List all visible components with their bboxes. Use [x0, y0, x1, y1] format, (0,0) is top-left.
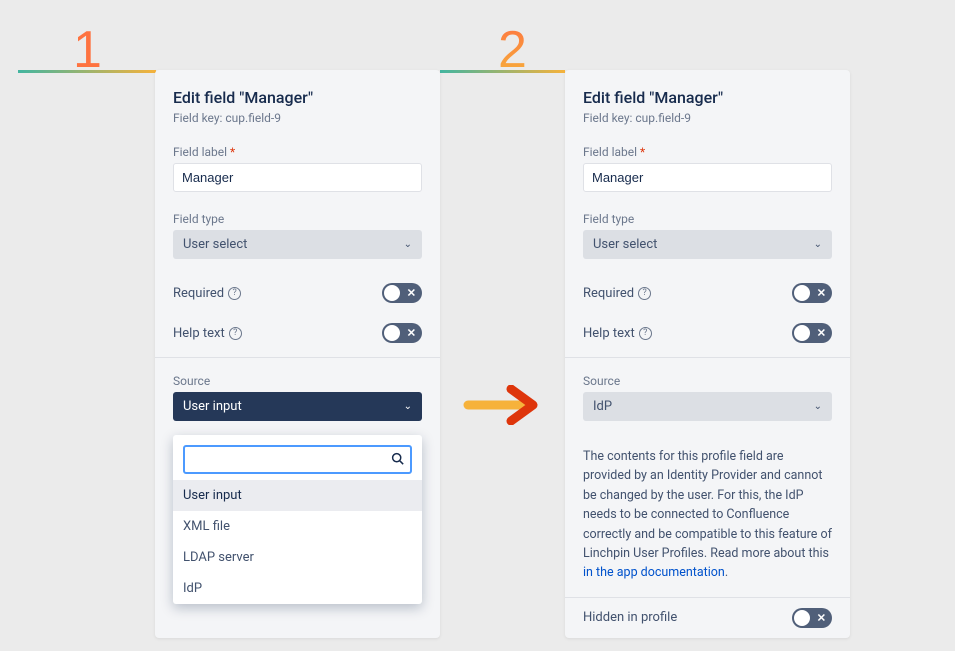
chevron-down-icon: ⌄ [814, 239, 822, 250]
documentation-link[interactable]: in the app documentation [583, 565, 725, 580]
field-label-label: Field label * [583, 145, 832, 159]
source-option-ldap-server[interactable]: LDAP server [173, 542, 422, 573]
source-option-user-input[interactable]: User input [173, 480, 422, 511]
close-icon: ✕ [817, 612, 826, 623]
edit-field-panel-after: Edit field "Manager" Field key: cup.fiel… [565, 70, 850, 638]
required-toggle[interactable]: ✕ [382, 283, 422, 303]
help-icon[interactable]: ? [228, 287, 241, 300]
close-icon: ✕ [407, 288, 416, 299]
chevron-down-icon: ⌄ [404, 239, 412, 250]
chevron-down-icon: ⌄ [814, 401, 822, 412]
source-label: Source [583, 374, 832, 388]
hidden-label: Hidden in profile [583, 610, 677, 625]
edit-field-panel-before: Edit field "Manager" Field key: cup.fiel… [155, 70, 440, 638]
source-option-idp[interactable]: IdP [173, 573, 422, 604]
field-type-value: User select [183, 237, 247, 252]
field-label-label: Field label * [173, 145, 422, 159]
panel-title: Edit field "Manager" [173, 88, 422, 107]
close-icon: ✕ [817, 288, 826, 299]
source-option-xml-file[interactable]: XML file [173, 511, 422, 542]
panel-subtitle: Field key: cup.field-9 [583, 111, 832, 125]
required-label: Required [583, 286, 634, 301]
close-icon: ✕ [817, 328, 826, 339]
field-type-label: Field type [583, 212, 832, 226]
field-label-input[interactable] [583, 163, 832, 192]
source-info-text: The contents for this profile field are … [565, 437, 850, 597]
source-label: Source [173, 374, 422, 388]
help-icon[interactable]: ? [639, 327, 652, 340]
chevron-down-icon: ⌄ [404, 401, 412, 412]
field-type-label: Field type [173, 212, 422, 226]
help-icon[interactable]: ? [638, 287, 651, 300]
field-type-value: User select [593, 237, 657, 252]
hidden-toggle[interactable]: ✕ [792, 608, 832, 628]
source-value: User input [183, 399, 242, 414]
helptext-toggle[interactable]: ✕ [382, 323, 422, 343]
step-badge-2: 2 [498, 20, 527, 80]
source-value: IdP [593, 399, 612, 414]
dropdown-search-input[interactable] [183, 445, 412, 474]
helptext-toggle[interactable]: ✕ [792, 323, 832, 343]
helptext-label: Help text [583, 326, 635, 341]
panel-subtitle: Field key: cup.field-9 [173, 111, 422, 125]
required-toggle[interactable]: ✕ [792, 283, 832, 303]
field-label-input[interactable] [173, 163, 422, 192]
step-badge-1: 1 [73, 20, 102, 80]
source-dropdown: User input XML file LDAP server IdP [173, 435, 422, 604]
field-type-select[interactable]: User select ⌄ [583, 230, 832, 259]
helptext-label: Help text [173, 326, 225, 341]
field-type-select[interactable]: User select ⌄ [173, 230, 422, 259]
source-select[interactable]: IdP ⌄ [583, 392, 832, 421]
required-label: Required [173, 286, 224, 301]
arrow-icon [463, 385, 543, 425]
source-select[interactable]: User input ⌄ [173, 392, 422, 421]
close-icon: ✕ [407, 328, 416, 339]
panel-title: Edit field "Manager" [583, 88, 832, 107]
help-icon[interactable]: ? [229, 327, 242, 340]
